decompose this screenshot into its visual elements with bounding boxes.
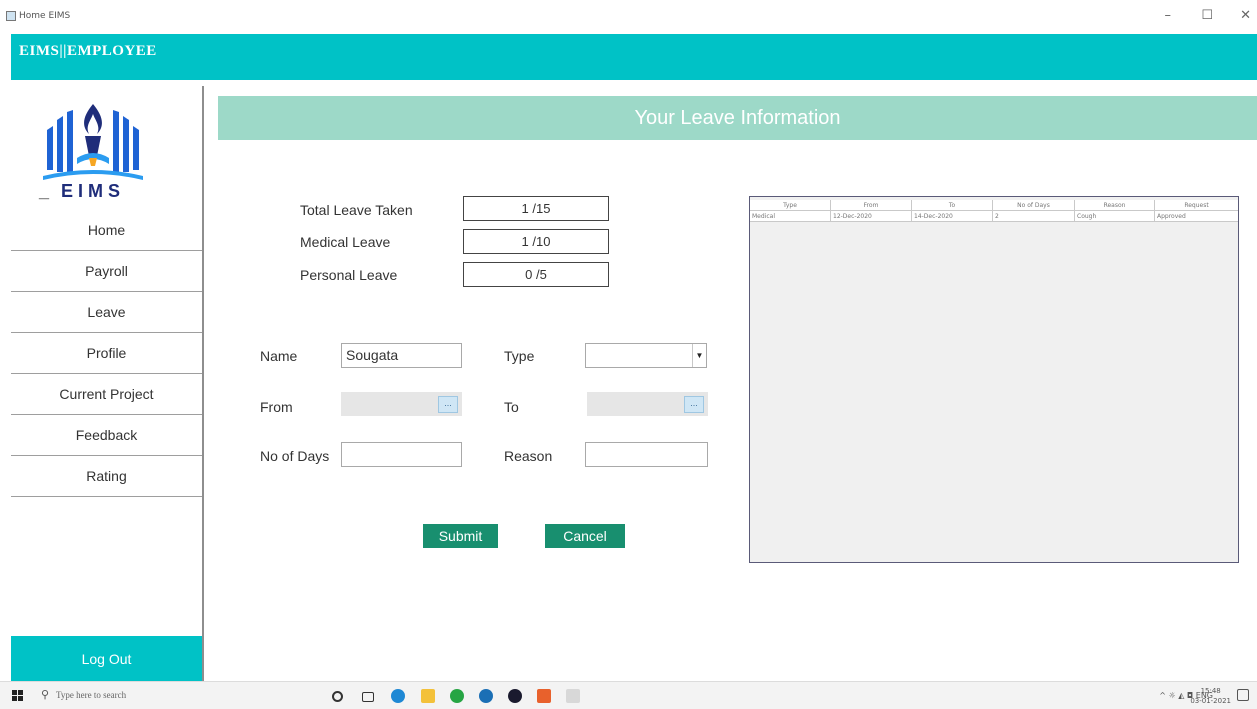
column-header[interactable]: No of Days [993, 200, 1075, 211]
clock[interactable]: 15:48 03-01-2021 [1190, 686, 1231, 706]
no-of-days-label: No of Days [260, 448, 330, 464]
minimize-button[interactable]: – [1165, 8, 1172, 23]
calendar-button[interactable]: ... [684, 396, 704, 413]
java-app-icon [6, 11, 16, 21]
medical-leave-value: 1 /10 [463, 229, 609, 254]
no-of-days-field[interactable] [341, 442, 462, 467]
clock-time: 15:48 [1200, 687, 1221, 695]
type-select[interactable]: ▼ [585, 343, 707, 368]
table-cell: Approved [1157, 213, 1186, 220]
calendar-button[interactable]: ... [438, 396, 458, 413]
maximize-button[interactable]: ☐ [1201, 8, 1213, 23]
total-leave-label: Total Leave Taken [300, 202, 413, 218]
reason-label: Reason [504, 448, 553, 464]
personal-leave-label: Personal Leave [300, 267, 398, 283]
chrome-icon[interactable] [450, 689, 464, 703]
obs-icon[interactable] [508, 689, 522, 703]
java-app-taskbar-icon[interactable] [566, 689, 580, 703]
column-header[interactable]: Request [1155, 200, 1238, 211]
file-explorer-icon[interactable] [421, 689, 435, 703]
clock-date: 03-01-2021 [1190, 697, 1231, 705]
table-cell: Cough [1075, 211, 1155, 222]
search-icon[interactable]: ⚲ [41, 688, 49, 701]
sidebar-item-payroll[interactable]: Payroll [11, 251, 202, 292]
taskbar: ⚲ Type here to search ^ ☼ ◭ ◘ ENG 15:48 … [0, 681, 1257, 709]
from-date-picker[interactable]: ... [341, 392, 462, 416]
sidebar-item-profile[interactable]: Profile [11, 333, 202, 374]
sidebar-item-feedback[interactable]: Feedback [11, 415, 202, 456]
cortana-icon[interactable] [332, 691, 343, 702]
logo-dash: _ [39, 181, 52, 201]
task-view-icon[interactable] [362, 692, 374, 702]
edge-icon[interactable] [391, 689, 405, 703]
column-header[interactable]: From [831, 200, 912, 211]
sidebar-item-current-project[interactable]: Current Project [11, 374, 202, 415]
table-header-row: Type From To No of Days Reason Request [750, 200, 1238, 211]
sidebar-item-leave[interactable]: Leave [11, 292, 202, 333]
windows-start-icon[interactable] [12, 690, 24, 702]
name-field[interactable]: Sougata [341, 343, 462, 368]
reason-field[interactable] [585, 442, 708, 467]
logout-button[interactable]: Log Out [11, 636, 202, 681]
logo-text: _ EIMS [39, 181, 125, 202]
table-cell: 2 [993, 211, 1075, 222]
main-panel: Your Leave Information Total Leave Taken… [218, 96, 1257, 681]
app-header: EIMS||EMPLOYEE [11, 34, 1257, 80]
to-date-picker[interactable]: ... [587, 392, 708, 416]
to-label: To [504, 399, 519, 415]
app-window: Home EIMS – ☐ ✕ EIMS||EMPLOYEE _ EIMS Ho… [0, 0, 1257, 709]
taskbar-search[interactable]: Type here to search [56, 690, 126, 700]
personal-leave-value: 0 /5 [463, 262, 609, 287]
netbeans-icon[interactable] [479, 689, 493, 703]
cancel-button[interactable]: Cancel [545, 524, 625, 548]
medical-leave-label: Medical Leave [300, 234, 391, 250]
type-label: Type [504, 348, 535, 364]
app-icon[interactable] [537, 689, 551, 703]
name-label: Name [260, 348, 298, 364]
brand-title: EIMS||EMPLOYEE [19, 43, 157, 59]
table-row[interactable]: Medical 12-Dec-2020 14-Dec-2020 2 Cough … [750, 211, 1238, 222]
sidebar-item-rating[interactable]: Rating [11, 456, 202, 497]
title-bar: Home EIMS – ☐ ✕ [0, 0, 1257, 34]
notification-icon[interactable] [1237, 689, 1249, 701]
window-title: Home EIMS [19, 11, 71, 21]
table-cell: 14-Dec-2020 [912, 211, 993, 222]
column-header[interactable]: To [912, 200, 993, 211]
leave-history-table: Type From To No of Days Reason Request M… [749, 196, 1239, 563]
submit-button[interactable]: Submit [423, 524, 498, 548]
column-header[interactable]: Type [750, 200, 831, 211]
sidebar: _ EIMS Home Payroll Leave Profile Curren… [11, 86, 204, 681]
total-leave-value: 1 /15 [463, 196, 609, 221]
sidebar-nav: Home Payroll Leave Profile Current Proje… [11, 210, 202, 497]
logo-wordmark: EIMS [61, 181, 126, 201]
table-cell: 12-Dec-2020 [831, 211, 912, 222]
chevron-down-icon[interactable]: ▼ [692, 344, 706, 367]
from-label: From [260, 399, 293, 415]
sidebar-item-home[interactable]: Home [11, 210, 202, 251]
column-header[interactable]: Reason [1075, 200, 1155, 211]
page-title: Your Leave Information [218, 96, 1257, 140]
close-button[interactable]: ✕ [1240, 8, 1251, 23]
table-cell: Medical [750, 211, 831, 222]
